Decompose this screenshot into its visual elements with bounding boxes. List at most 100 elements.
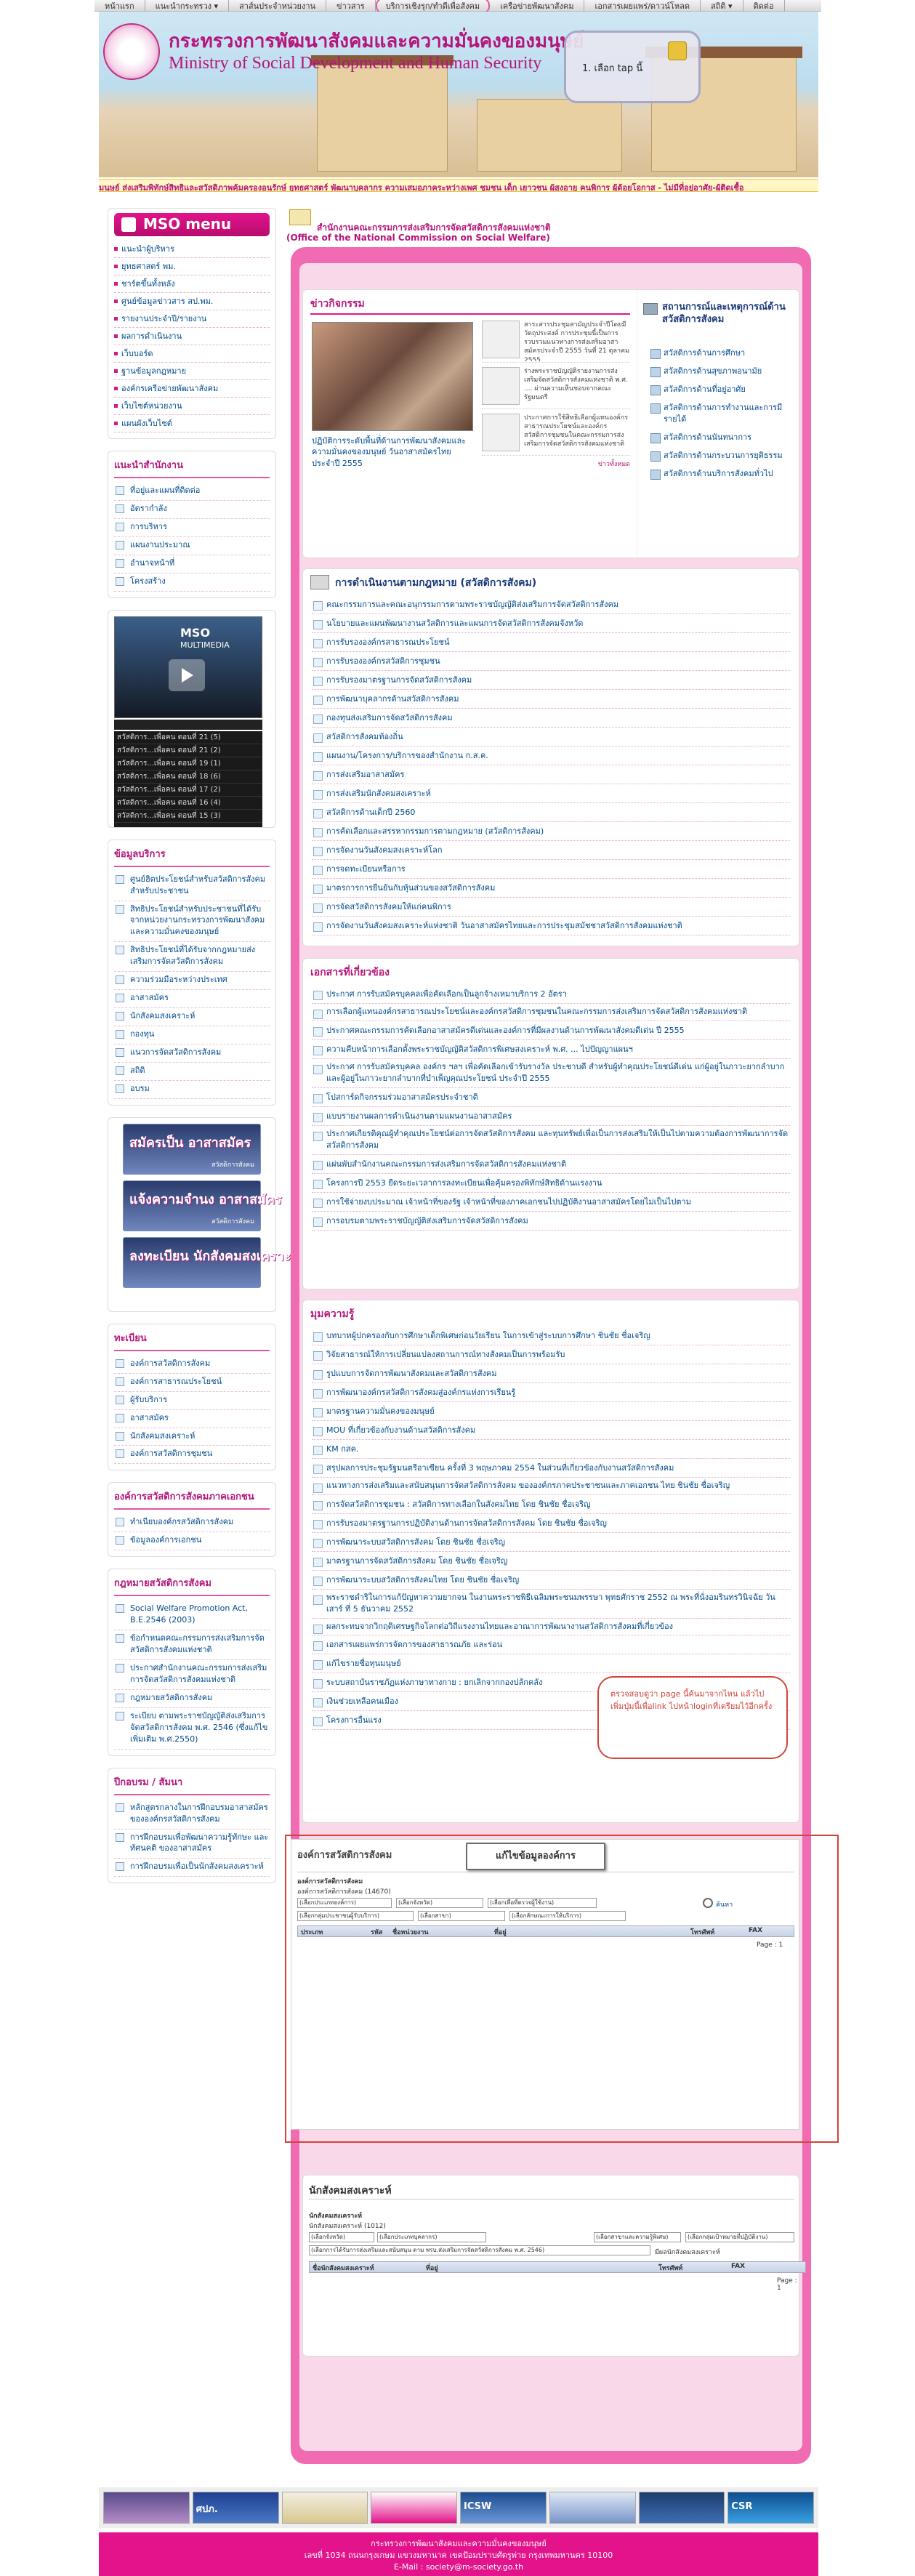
partner-banner[interactable]: ICSW — [460, 2492, 547, 2524]
menu-item[interactable]: ยุทธศาสตร์ พม. — [114, 258, 270, 275]
menu-item[interactable]: ผลการดำเนินงาน — [114, 328, 270, 345]
knowledge-link[interactable]: สรุปผลการประชุมรัฐมนตรีอาเซียน ครั้งที่ … — [312, 1459, 790, 1478]
register-item[interactable]: องค์การสวัสดิการสังคม — [114, 1356, 270, 1374]
knowledge-link[interactable]: KM กสค. — [312, 1440, 790, 1459]
org-type-select[interactable]: (เลือกประเภทองค์การ) — [297, 1898, 392, 1908]
search-icon[interactable] — [703, 1898, 713, 1908]
org-branch-select[interactable]: (เลือกสาขา) — [418, 1911, 505, 1921]
document-link[interactable]: ความคืบหน้าการเลือกตั้งพระราชบัญญัติสวัส… — [312, 1040, 790, 1059]
service-item[interactable]: อบรม — [114, 1081, 270, 1099]
playlist-item[interactable]: สวัสดิการ...เพื่อคน ตอนที่ 21 (2) — [114, 744, 262, 757]
menu-item[interactable]: ศูนย์ข้อมูลข่าวสาร สป.พม. — [114, 293, 270, 310]
knowledge-link[interactable]: เอกสารเผยแพร่การจัดการของสาธารณภัย และร่… — [312, 1635, 790, 1654]
menu-item[interactable]: รายงานประจำปี/รายงาน — [114, 310, 270, 328]
knowledge-link[interactable]: ผลกระทบจากวิกฤติเศรษฐกิจโลกต่อวิถีแรงงาน… — [312, 1619, 790, 1635]
knowledge-link[interactable]: การจัดสวัสดิการชุมชน : สวัสดิการทางเลือก… — [312, 1495, 790, 1514]
register-item[interactable]: อาสาสมัคร — [114, 1410, 270, 1428]
sw-pagination[interactable]: Page : 1 — [777, 2277, 799, 2292]
law-link[interactable]: การจดทะเบียนหรือการ — [312, 860, 790, 879]
menu-item[interactable]: เว็บไซต์หน่วยงาน — [114, 398, 270, 415]
service-item[interactable]: อาสาสมัคร — [114, 990, 270, 1009]
sw-type-select[interactable]: (เลือกประเภทบุคลากร) — [377, 2232, 486, 2242]
menu-item[interactable]: องค์กรเครือข่ายพัฒนาสังคม — [114, 380, 270, 398]
service-item[interactable]: แนวการจัดสวัสดิการสังคม — [114, 1045, 270, 1063]
law-link[interactable]: คณะกรรมการและคณะอนุกรรมการตามพระราชบัญญั… — [312, 595, 790, 614]
status-item[interactable]: สวัสดิการด้านกระบวนการยุติธรรม — [650, 448, 789, 466]
private-org-item[interactable]: ทำเนียบองค์กรสวัสดิการสังคม — [114, 1514, 270, 1533]
playlist-item[interactable]: สวัสดิการ...เพื่อคน ตอนที่ 17 (2) — [114, 784, 262, 797]
news-more-link[interactable]: ข่าวทั้งหมด — [482, 459, 630, 469]
topnav-news[interactable]: ข่าวสาร — [326, 0, 376, 12]
status-item[interactable]: สวัสดิการด้านบริการสังคมทั่วไป — [650, 466, 789, 484]
playlist-item[interactable]: สวัสดิการ...เพื่อคน ตอนที่ 18 (6) — [114, 770, 262, 784]
playlist-item[interactable]: สวัสดิการ...เพื่อคน ตอนที่ 21 (5) — [114, 731, 262, 744]
knowledge-link[interactable]: บทบาทผู้ปกครองกับการศึกษาเด็กพิเศษก่อนวั… — [312, 1327, 790, 1345]
topnav-message[interactable]: สาส์นประจำหน่วยงาน — [229, 0, 327, 12]
document-link[interactable]: แผ่นพับสำนักงานคณะกรรมการส่งเสริมการจัดส… — [312, 1155, 790, 1174]
law-link[interactable]: การพัฒนาบุคลากรด้านสวัสดิการสังคม — [312, 690, 790, 709]
training-item[interactable]: การฝึกอบรมเพื่อพัฒนาความรู้ทักษะ และทัศน… — [114, 1830, 270, 1859]
register-item[interactable]: นักสังคมสงเคราะห์ — [114, 1428, 270, 1446]
knowledge-link[interactable]: มาตรฐานความมั่นคงของมนุษย์ — [312, 1402, 790, 1421]
service-item[interactable]: นักสังคมสงเคราะห์ — [114, 1008, 270, 1026]
play-icon[interactable] — [169, 659, 205, 691]
law-link[interactable]: การจัดงานวันสังคมสงเคราะห์แห่งชาติ วันอา… — [312, 917, 790, 935]
news-photo[interactable] — [312, 322, 473, 431]
video-controls[interactable] — [114, 719, 262, 730]
knowledge-link[interactable]: การพัฒนาองค์กรสวัสดิการสังคมสู่องค์กรแห่… — [312, 1383, 790, 1402]
knowledge-link[interactable]: รูปแบบการจัดการพัฒนาสังคมและสวัสดิการสัง… — [312, 1364, 790, 1383]
status-item[interactable]: สวัสดิการด้านที่อยู่อาศัย — [650, 382, 789, 400]
service-item[interactable]: สถิติ — [114, 1063, 270, 1081]
partner-banner[interactable] — [549, 2492, 636, 2524]
knowledge-link[interactable]: แนวทางการส่งเสริมและสนับสนุนการจัดสวัสดิ… — [312, 1478, 790, 1495]
agency-item[interactable]: อัตรากำลัง — [114, 501, 270, 519]
document-link[interactable]: ประกาศ การรับสมัครบุคคล องค์กร ฯลฯ เพื่อ… — [312, 1059, 790, 1088]
law-link[interactable]: การรับรององค์กรสวัสดิการชุมชน — [312, 652, 790, 671]
video-screen[interactable]: MSO MULTIMEDIA — [114, 616, 262, 718]
playlist-item[interactable]: สวัสดิการ...เพื่อคน ตอนที่ 15 (3) — [114, 810, 262, 823]
document-link[interactable]: โครงการปี 2553 ยืดระยะเวลาการลงทะเบียนเพ… — [312, 1174, 790, 1193]
partner-banner[interactable] — [638, 2492, 725, 2524]
document-link[interactable]: ประกาศเกียรติคุณผู้ทำคุณประโยชน์ต่อการจั… — [312, 1126, 790, 1155]
playlist-item[interactable]: สวัสดิการ...เพื่อคน ตอนที่ 16 (4) — [114, 797, 262, 810]
register-item[interactable]: องค์การสวัสดิการชุมชน — [114, 1446, 270, 1465]
sw-target-select[interactable]: (เลือกกลุ่มเป้าหมายที่ปฏิบัติงาน) — [685, 2232, 794, 2242]
agency-item[interactable]: แผนงานประมาณ — [114, 537, 270, 555]
law-item[interactable]: ประกาศสำนักงานคณะกรรมการส่งเสริมการจัดสว… — [114, 1660, 270, 1690]
agency-item[interactable]: การบริหาร — [114, 519, 270, 537]
news-item[interactable]: ร่างพระราชบัญญัติรายงานการส่งเสริมจัดสวั… — [482, 366, 630, 409]
law-item[interactable]: กฎหมายสวัสดิการสังคม — [114, 1690, 270, 1708]
law-item[interactable]: ระเบียบ ตามพระราชบัญญัติส่งเสริมการจัดสว… — [114, 1708, 270, 1750]
law-item[interactable]: ข้อกำหนดคณะกรรมการส่งเสริมการจัดสวัสดิกา… — [114, 1630, 270, 1660]
document-link[interactable]: โปสการ์ดกิจกรรมร่วมอาสาสมัครประจำชาติ — [312, 1088, 790, 1107]
org-province-select[interactable]: (เลือกจังหวัด) — [396, 1898, 483, 1908]
document-link[interactable]: การใช้จ่ายงบประมาณ เจ้าหน้าที่ของรัฐ เจ้… — [312, 1193, 790, 1212]
law-link[interactable]: แผนงาน/โครงการ/บริการของสำนักงาน ก.ส.ค. — [312, 746, 790, 765]
law-link[interactable]: สวัสดิการด้านเด็กปี 2560 — [312, 803, 790, 822]
knowledge-link[interactable]: มาตรฐานการจัดสวัสดิการสังคม โดย ชินชัย ช… — [312, 1552, 790, 1571]
topnav-downloads[interactable]: เอกสารเผยแพร่/ดาวน์โหลด — [584, 0, 701, 12]
topnav-contact[interactable]: ติดต่อ — [743, 0, 785, 12]
menu-item[interactable]: เว็บบอร์ด — [114, 345, 270, 363]
login-box[interactable]: 1. เลือก tap นี้ — [564, 31, 701, 103]
register-item[interactable]: องค์การสาธารณประโยชน์ — [114, 1374, 270, 1392]
register-item[interactable]: ผู้รับบริการ — [114, 1392, 270, 1410]
service-item[interactable]: ความร่วมมือระหว่างประเทศ — [114, 972, 270, 991]
law-link[interactable]: การจัดงานวันสังคมสงเคราะห์โลก — [312, 841, 790, 860]
training-item[interactable]: หลักสูตรกลางในการฝึกอบรมอาสาสมัครขององค์… — [114, 1800, 270, 1830]
law-link[interactable]: การส่งเสริมนักสังคมสงเคราะห์ — [312, 784, 790, 803]
menu-item[interactable]: แนะนำผู้บริหาร — [114, 241, 270, 258]
agency-item[interactable]: โครงสร้าง — [114, 573, 270, 592]
law-link[interactable]: การรับรองมาตรฐานการจัดสวัสดิการสังคม — [312, 671, 790, 690]
document-link[interactable]: ประกาศคณะกรรมการคัดเลือกอาสาสมัครดีเด่นแ… — [312, 1021, 790, 1040]
agency-item[interactable]: อำนาจหน้าที่ — [114, 555, 270, 573]
org-area-select[interactable]: (เลือกเพื่อที่ตรวจผู้ใช้งาน) — [488, 1898, 597, 1908]
private-org-item[interactable]: ข้อมูลองค์การเอกชน — [114, 1532, 270, 1551]
status-item[interactable]: สวัสดิการด้านสุขภาพอนามัย — [650, 363, 789, 382]
volunteer-notify-banner[interactable]: แจ้งความจำนง อาสาสมัคร สวัสดิการสังคม — [123, 1180, 282, 1231]
org-service-select[interactable]: (เลือกลักษณะการให้บริการ) — [509, 1911, 626, 1921]
topnav-network[interactable]: เครือข่ายพัฒนาสังคม — [490, 0, 585, 12]
search-link[interactable]: ค้นหา — [716, 1899, 733, 1909]
sw-support-select[interactable]: (เลือกการได้รับการส่งเสริมและสนับสนุน ตา… — [309, 2245, 650, 2255]
knowledge-link[interactable]: แก้ไขรายชื่อทุนมนุษย์ — [312, 1654, 790, 1673]
